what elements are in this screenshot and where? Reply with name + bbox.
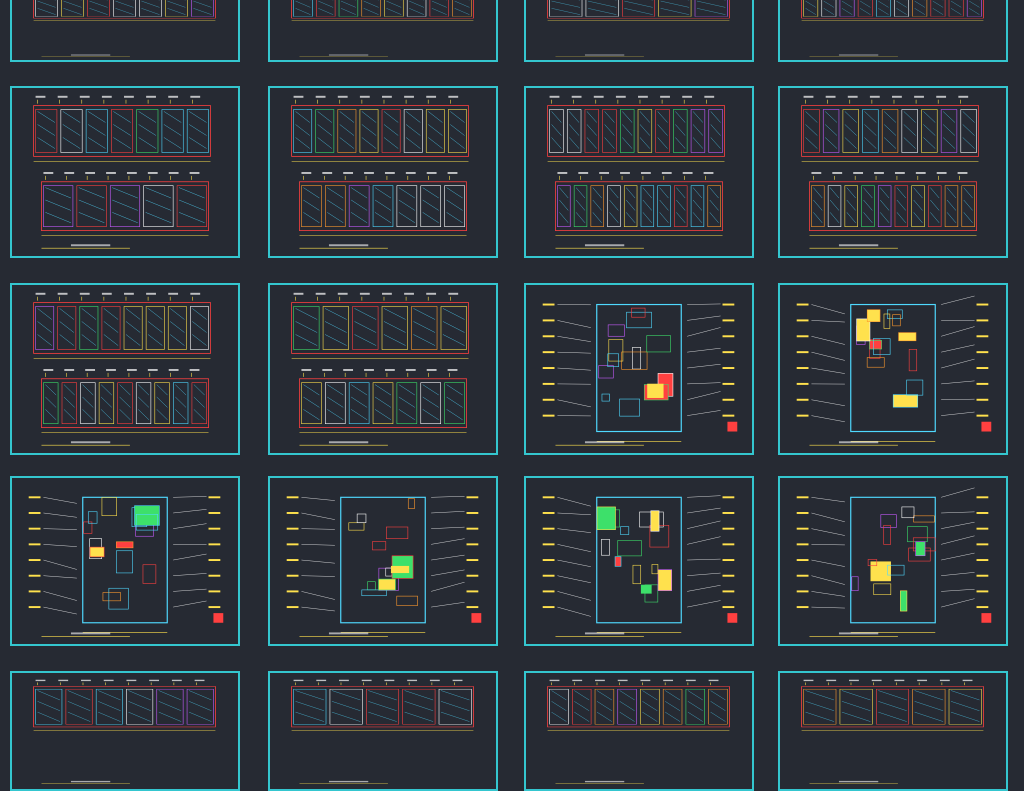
drawing-sheet[interactable] bbox=[778, 86, 1008, 258]
sheet-drawing bbox=[526, 673, 752, 789]
sheet-drawing bbox=[12, 88, 238, 256]
drawing-sheet[interactable] bbox=[268, 0, 498, 62]
drawing-sheet[interactable] bbox=[10, 671, 240, 791]
drawing-sheet[interactable] bbox=[10, 283, 240, 455]
drawing-sheet[interactable] bbox=[268, 86, 498, 258]
drawing-sheet[interactable] bbox=[524, 0, 754, 62]
sheet-drawing bbox=[270, 285, 496, 453]
sheet-drawing bbox=[270, 0, 496, 60]
sheet-drawing bbox=[12, 285, 238, 453]
drawing-sheet[interactable] bbox=[10, 0, 240, 62]
sheet-drawing bbox=[270, 673, 496, 789]
drawing-sheet[interactable] bbox=[778, 283, 1008, 455]
sheet-drawing bbox=[270, 88, 496, 256]
drawing-sheet[interactable] bbox=[778, 671, 1008, 791]
sheet-drawing bbox=[526, 285, 752, 453]
sheet-drawing bbox=[780, 285, 1006, 453]
sheet-drawing bbox=[12, 673, 238, 789]
drawing-sheet[interactable] bbox=[524, 671, 754, 791]
sheet-drawing bbox=[780, 88, 1006, 256]
sheet-drawing bbox=[780, 673, 1006, 789]
drawing-sheet[interactable] bbox=[778, 0, 1008, 62]
drawing-sheet[interactable] bbox=[268, 671, 498, 791]
sheet-drawing bbox=[12, 478, 238, 644]
sheet-drawing bbox=[526, 88, 752, 256]
drawing-sheet[interactable] bbox=[10, 86, 240, 258]
drawing-sheet[interactable] bbox=[778, 476, 1008, 646]
drawing-sheet[interactable] bbox=[524, 86, 754, 258]
sheet-drawing bbox=[780, 478, 1006, 644]
drawing-sheet[interactable] bbox=[524, 283, 754, 455]
sheet-drawing bbox=[12, 0, 238, 60]
drawing-sheet[interactable] bbox=[268, 283, 498, 455]
drawing-sheet[interactable] bbox=[268, 476, 498, 646]
sheet-drawing bbox=[270, 478, 496, 644]
drawing-sheet[interactable] bbox=[524, 476, 754, 646]
drawing-sheet[interactable] bbox=[10, 476, 240, 646]
sheet-drawing bbox=[526, 478, 752, 644]
sheet-drawing bbox=[780, 0, 1006, 60]
sheet-drawing bbox=[526, 0, 752, 60]
